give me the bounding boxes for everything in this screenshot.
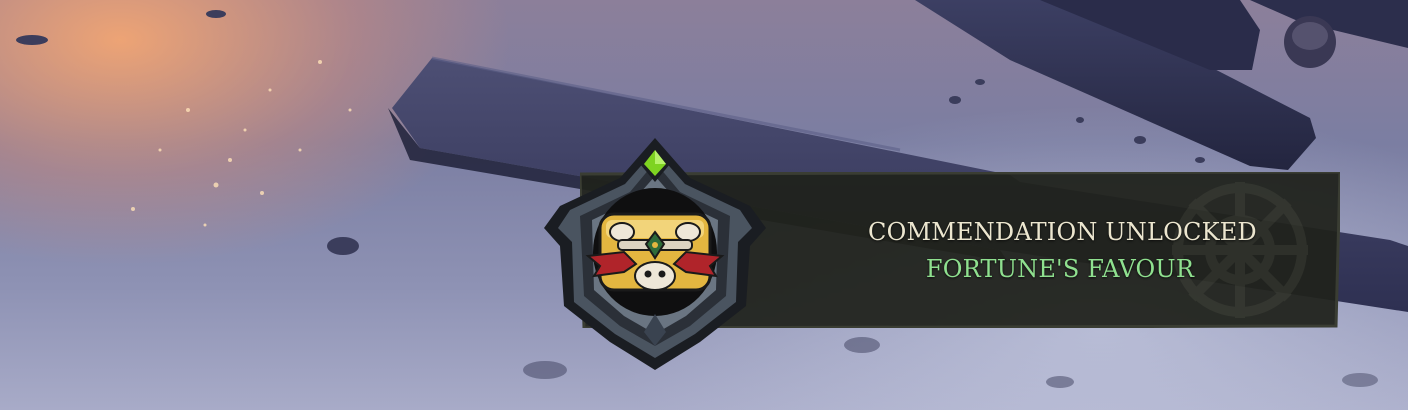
notification-heading: COMMENDATION UNLOCKED: [868, 218, 1257, 246]
commendation-name: FORTUNE'S FAVOUR: [925, 255, 1195, 283]
commendation-toast: COMMENDATION UNLOCKED FORTUNE'S FAVOUR: [0, 0, 1408, 410]
commendation-badge-icon: [544, 138, 766, 370]
game-scene: COMMENDATION UNLOCKED FORTUNE'S FAVOUR: [0, 0, 1408, 410]
skull-chest-emblem-icon: [585, 212, 725, 292]
